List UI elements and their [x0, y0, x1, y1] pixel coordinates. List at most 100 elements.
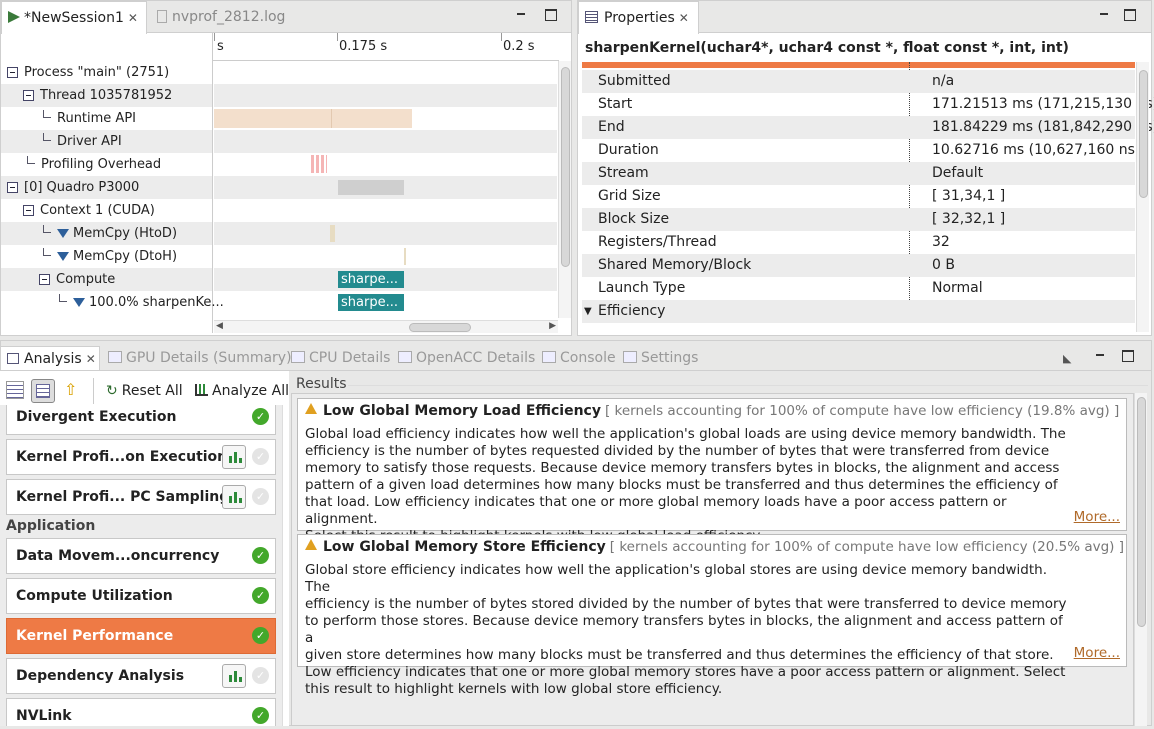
minimize-icon[interactable] [1098, 9, 1110, 21]
step-kernel-profile-execution[interactable]: Kernel Profi...on Execution ✓ [6, 439, 276, 475]
collapse-icon[interactable] [23, 205, 34, 216]
step-kernel-profile-pc-sampling[interactable]: Kernel Profi... PC Sampling ✓ [6, 479, 276, 515]
prop-row-grid-size[interactable]: Grid Size [ 31,34,1 ] [582, 185, 1135, 208]
reset-all-button[interactable]: ↻ Reset All [106, 383, 183, 399]
prop-row-submitted[interactable]: Submitted n/a [582, 70, 1135, 93]
tree-row-thread[interactable]: Thread 1035781952 [1, 84, 212, 107]
device-activity-bar[interactable] [338, 180, 404, 195]
prop-row-start[interactable]: Start 171.21513 ms (171,215,130 ns) [582, 93, 1154, 116]
result-line: memory to satisfy those requests. Becaus… [305, 460, 1060, 476]
prop-row-shared-memory[interactable]: Shared Memory/Block 0 B [582, 254, 1135, 277]
tree-row-memcpy-dtoh[interactable]: MemCpy (DtoH) [1, 245, 212, 268]
prop-row-registers[interactable]: Registers/Thread 32 [582, 231, 1135, 254]
tree-label: Process "main" (2751) [24, 65, 170, 80]
minimize-icon[interactable] [1094, 350, 1106, 362]
analyze-chart-icon[interactable] [222, 445, 246, 469]
list-view-icon[interactable] [6, 381, 24, 399]
prop-row-duration[interactable]: Duration 10.62716 ms (10,627,160 ns) [582, 139, 1140, 162]
tab-gpu-details[interactable]: GPU Details (Summary) [108, 346, 292, 370]
time-ruler: s 0.175 s 0.2 s [213, 33, 559, 61]
unguided-view-icon[interactable] [31, 379, 55, 403]
tree-row-compute[interactable]: Compute [1, 268, 212, 291]
collapse-icon[interactable] [23, 90, 34, 101]
maximize-icon[interactable] [545, 9, 557, 21]
prop-row-launch-type[interactable]: Launch Type Normal [582, 277, 1135, 300]
prop-section-efficiency[interactable]: ▼ Efficiency [582, 300, 1135, 323]
properties-icon [585, 11, 598, 23]
maximize-icon[interactable] [1124, 9, 1136, 21]
close-icon[interactable]: ✕ [128, 11, 138, 25]
prop-value: n/a [932, 73, 955, 89]
step-data-movement[interactable]: Data Movem...oncurrency ✓ [6, 538, 276, 574]
step-compute-utilization[interactable]: Compute Utilization ✓ [6, 578, 276, 614]
collapse-icon[interactable] [7, 67, 18, 78]
tree-row-runtime-api[interactable]: Runtime API [1, 107, 212, 130]
prop-row-block-size[interactable]: Block Size [ 32,32,1 ] [582, 208, 1135, 231]
tree-label: Compute [56, 272, 116, 287]
tab-analysis[interactable]: Analysis ✕ [0, 346, 100, 370]
more-link[interactable]: More... [1074, 645, 1120, 661]
step-dependency-analysis[interactable]: Dependency Analysis ✓ [6, 658, 276, 694]
step-nvlink[interactable]: NVLink ✓ [6, 698, 276, 726]
memcpy-dtoh-mark[interactable] [404, 248, 406, 265]
result-body: Global store efficiency indicates how we… [305, 562, 1075, 698]
collapse-icon[interactable] [7, 182, 18, 193]
tab-nvprof-log[interactable]: nvprof_2812.log [151, 1, 291, 33]
analyze-chart-icon[interactable] [222, 664, 246, 688]
tree-row-process[interactable]: Process "main" (2751) [1, 61, 212, 84]
tree-label: MemCpy (DtoH) [73, 249, 178, 264]
timeline-hscroll[interactable]: ◀ ▶ [214, 320, 558, 333]
kernel-block[interactable]: sharpe... [338, 271, 404, 288]
tab-cpu-details[interactable]: CPU Details [291, 346, 390, 370]
result-store-efficiency[interactable]: Low Global Memory Store Efficiency[ kern… [297, 534, 1127, 697]
result-load-efficiency[interactable]: Low Global Memory Load Efficiency[ kerne… [297, 398, 1127, 544]
tree-label: Driver API [57, 134, 122, 149]
prop-value: 32 [932, 234, 950, 250]
tree-row-driver-api[interactable]: Driver API [1, 130, 212, 153]
tree-connector-icon [59, 294, 67, 302]
filter-icon [57, 229, 69, 238]
analyze-all-button[interactable]: Analyze All [195, 383, 289, 399]
up-arrow-icon[interactable]: ⇧ [64, 380, 77, 399]
prop-value: Default [932, 165, 984, 181]
tree-label: 100.0% sharpenKe... [89, 295, 224, 310]
memcpy-htod-mark[interactable] [330, 225, 335, 242]
tab-settings[interactable]: Settings [623, 346, 698, 370]
tree-label: MemCpy (HtoD) [73, 226, 178, 241]
collapse-icon[interactable] [39, 274, 50, 285]
prop-value: 181.84229 ms (181,842,290 ns) [932, 119, 1154, 135]
timeline-vscroll[interactable] [558, 61, 571, 318]
tab-newsession1[interactable]: *NewSession1 ✕ [1, 1, 147, 34]
tab-console[interactable]: Console [542, 346, 616, 370]
overhead-marks[interactable] [311, 155, 327, 173]
tree-row-profiling-overhead[interactable]: Profiling Overhead [1, 153, 212, 176]
tab-openacc-details[interactable]: OpenACC Details [398, 346, 535, 370]
tree-row-context[interactable]: Context 1 (CUDA) [1, 199, 212, 222]
step-label: Compute Utilization [16, 588, 173, 604]
reset-icon: ↻ [106, 383, 118, 399]
step-label: Data Movem...oncurrency [16, 548, 220, 564]
table-icon [398, 351, 412, 363]
runtime-api-bar[interactable] [214, 109, 412, 128]
timeline-panel: *NewSession1 ✕ nvprof_2812.log s 0.175 s … [0, 0, 572, 336]
view-menu-icon[interactable]: ◣ [1063, 352, 1071, 365]
properties-vscroll[interactable] [1136, 62, 1149, 332]
result-line: given store determines how many blocks m… [305, 647, 1054, 663]
prop-row-end[interactable]: End 181.84229 ms (181,842,290 ns) [582, 116, 1154, 139]
tree-row-kernel[interactable]: 100.0% sharpenKe... [1, 291, 224, 314]
step-divergent-execution[interactable]: Divergent Execution ✓ [6, 405, 276, 435]
kernel-block[interactable]: sharpe... [338, 294, 404, 311]
tab-properties[interactable]: Properties ✕ [578, 1, 699, 34]
prop-row-stream[interactable]: Stream Default [582, 162, 1135, 185]
maximize-icon[interactable] [1122, 350, 1134, 362]
expand-down-icon[interactable]: ▼ [584, 300, 592, 323]
tree-row-memcpy-htod[interactable]: MemCpy (HtoD) [1, 222, 212, 245]
close-icon[interactable]: ✕ [86, 352, 96, 366]
analyze-chart-icon[interactable] [222, 485, 246, 509]
more-link[interactable]: More... [1074, 509, 1120, 525]
tree-row-device[interactable]: [0] Quadro P3000 [1, 176, 212, 199]
step-kernel-performance[interactable]: Kernel Performance ✓ [6, 618, 276, 654]
minimize-icon[interactable] [515, 9, 527, 21]
results-vscroll[interactable] [1134, 393, 1147, 726]
close-icon[interactable]: ✕ [679, 11, 689, 25]
